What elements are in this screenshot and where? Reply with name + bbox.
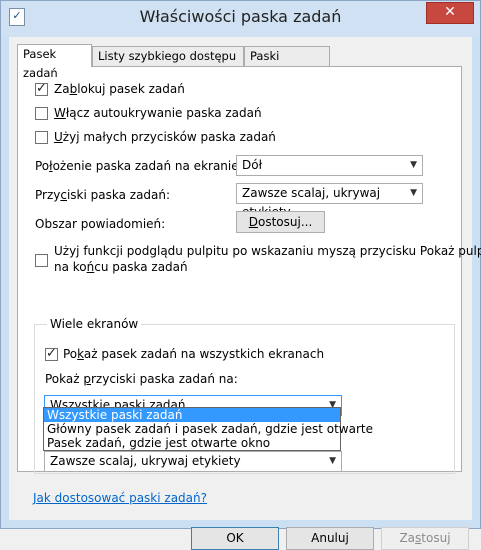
small-buttons-checkbox[interactable] — [35, 131, 48, 144]
taskbar-buttons-select[interactable]: Zawsze scalaj, ukrywaj etykiety ▼ — [236, 183, 423, 219]
dropdown-option[interactable]: Główny pasek zadań i pasek zadań, gdzie … — [44, 422, 373, 436]
window-title: Właściwości paska zadań — [139, 7, 342, 26]
peek-checkbox[interactable] — [35, 254, 48, 267]
show-all-displays-checkbox[interactable] — [45, 346, 58, 361]
other-buttons-value: Zawsze scalaj, ukrywaj etykiety — [50, 454, 241, 468]
notification-area-label: Obszar powiadomień: — [35, 217, 166, 231]
cancel-button[interactable]: Anuluj — [286, 527, 374, 550]
position-select[interactable]: Dół ▼ — [236, 155, 423, 176]
title-bar[interactable]: ✓ Właściwości paska zadań ✕ — [1, 1, 480, 37]
position-value: Dół — [242, 158, 262, 172]
chevron-down-icon: ▼ — [410, 188, 417, 198]
dropdown-list: Wszystkie paski zadań Główny pasek zadań… — [43, 407, 373, 451]
help-link[interactable]: Jak dostosować paski zadań? — [33, 491, 207, 505]
dropdown-option[interactable]: Pasek zadań, gdzie jest otwarte okno — [44, 436, 340, 450]
close-button[interactable]: ✕ — [426, 2, 474, 24]
other-buttons-select[interactable]: Zawsze scalaj, ukrywaj etykiety ▼ — [44, 451, 342, 472]
dropdown-option[interactable]: Wszystkie paski zadań — [44, 408, 340, 422]
autohide-checkbox[interactable] — [35, 107, 48, 120]
dialog-client: Pasek zadań Listy szybkiego dostępu Pask… — [9, 37, 481, 550]
peek-label[interactable]: Użyj funkcji podglądu pulpitu po wskazan… — [54, 243, 481, 275]
show-all-displays-label[interactable]: Pokaż pasek zadań na wszystkich ekranach — [63, 347, 324, 361]
customize-button[interactable]: Dostosuj... — [236, 211, 325, 233]
small-buttons-label[interactable]: Użyj małych przycisków paska zadań — [54, 130, 276, 144]
chevron-down-icon: ▼ — [410, 160, 417, 170]
ok-button[interactable]: OK — [191, 527, 279, 550]
chevron-down-icon: ▼ — [329, 456, 336, 466]
tab-toolbars[interactable]: Paski narzędzi — [244, 46, 330, 82]
tab-jump-lists[interactable]: Listy szybkiego dostępu — [92, 46, 244, 66]
tab-taskbar[interactable]: Pasek zadań — [17, 44, 92, 80]
autohide-label[interactable]: Włącz autoukrywanie paska zadań — [54, 106, 262, 120]
show-buttons-on-label: Pokaż przyciski paska zadań na: — [45, 372, 238, 386]
group-title: Wiele ekranów — [47, 317, 142, 331]
lock-taskbar-label[interactable]: Zablokuj pasek zadań — [54, 82, 185, 96]
apply-button[interactable]: Zastosuj — [381, 527, 469, 550]
position-label: Położenie paska zadań na ekranie: — [35, 159, 243, 173]
lock-taskbar-checkbox[interactable] — [35, 81, 48, 96]
dialog-window: ✓ Właściwości paska zadań ✕ Pasek zadań … — [0, 0, 481, 550]
taskbar-buttons-label: Przyciski paska zadań: — [35, 188, 171, 202]
